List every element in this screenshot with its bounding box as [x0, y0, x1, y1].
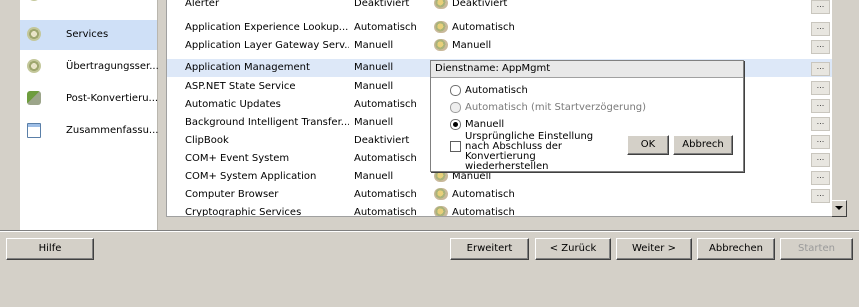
gear-icon [27, 0, 41, 1]
service-startup: Manuell [354, 40, 394, 51]
service-status: Manuell [452, 40, 492, 51]
radio-manual-label: Manuell [465, 119, 505, 130]
table-row[interactable]: Cryptographic Services Automatisch Autom… [167, 204, 832, 216]
scroll-down-button[interactable] [831, 200, 847, 217]
service-name: Alerter [185, 0, 220, 9]
edit-service-button[interactable]: ... [811, 22, 830, 36]
service-name: ASP.NET State Service [185, 81, 296, 92]
nav-item-services[interactable]: Services [20, 20, 157, 50]
radio-automatic[interactable] [450, 85, 461, 96]
service-startup: Automatisch [354, 99, 417, 110]
nav-item-label: Zusammenfassu... [66, 125, 159, 136]
edit-service-button[interactable]: ... [811, 171, 830, 185]
service-status: Automatisch [452, 207, 515, 216]
service-startup: Automatisch [354, 153, 417, 164]
service-startup: Manuell [354, 62, 394, 73]
service-icon [434, 39, 448, 51]
service-name: Computer Browser [185, 189, 279, 200]
nav-item-summary[interactable]: Zusammenfassu... [20, 116, 159, 146]
service-icon [434, 0, 448, 9]
service-status: Automatisch [452, 22, 515, 33]
cancel-button[interactable]: Abbrechen [697, 238, 775, 260]
document-icon [27, 123, 41, 138]
edit-service-button[interactable]: ... [811, 81, 830, 95]
wizard-step-list: Services Übertragungsser... Post-Konvert… [20, 0, 159, 230]
nav-item-label: Services [66, 29, 109, 40]
help-button[interactable]: Hilfe [6, 238, 94, 260]
service-icon [434, 21, 448, 33]
radio-automatic-delayed-label: Automatisch (mit Startverzögerung) [465, 102, 647, 113]
service-startup: Automatisch [354, 22, 417, 33]
service-icon [434, 188, 448, 200]
service-name: COM+ Event System [185, 153, 290, 164]
edit-service-button[interactable]: ... [811, 189, 830, 203]
nav-item-post-conversion[interactable]: Post-Konvertieru... [20, 84, 159, 114]
service-startup: Deaktiviert [354, 0, 410, 9]
edit-service-button[interactable]: ... [811, 40, 830, 54]
advanced-button[interactable]: Erweitert [450, 238, 529, 260]
edit-service-button[interactable]: ... [811, 117, 830, 131]
service-startup: Manuell [354, 171, 394, 182]
service-startup: Manuell [354, 81, 394, 92]
table-row[interactable]: Alerter Deaktiviert Deaktiviert ... [167, 0, 832, 18]
ok-button[interactable]: OK [627, 135, 669, 155]
popup-title-bar: Dienstname: AppMgmt [431, 61, 743, 78]
arrow-down-icon [835, 206, 843, 210]
gear-icon [27, 59, 41, 73]
radio-automatic-label: Automatisch [465, 85, 528, 96]
nav-item-previous[interactable] [20, 0, 157, 10]
footer-separator [0, 230, 859, 232]
service-status: Automatisch [452, 189, 515, 200]
service-status: Deaktiviert [452, 0, 508, 9]
service-startup: Deaktiviert [354, 135, 410, 146]
restore-setting-label: Ursprüngliche Einstellung nach Abschluss… [465, 131, 594, 172]
service-name: Application Experience Lookup... [185, 22, 349, 33]
popup-cancel-button[interactable]: Abbrech [673, 135, 733, 155]
table-row[interactable]: Computer Browser Automatisch Automatisch… [167, 186, 832, 204]
nav-item-label: Post-Konvertieru... [66, 93, 159, 104]
edit-service-button[interactable]: ... [811, 99, 830, 113]
service-name: ClipBook [185, 135, 229, 146]
edit-service-button[interactable]: ... [811, 62, 830, 76]
nav-item-transfer[interactable]: Übertragungsser... [20, 52, 159, 82]
radio-manual[interactable] [450, 119, 461, 130]
next-button[interactable]: Weiter > [616, 238, 692, 260]
popup-title: Dienstname: AppMgmt [435, 63, 551, 74]
start-button: Starten [780, 238, 853, 260]
service-icon [434, 206, 448, 216]
edit-service-button[interactable]: ... [811, 135, 830, 149]
service-name: Automatic Updates [185, 99, 281, 110]
service-startup: Manuell [354, 117, 394, 128]
radio-automatic-delayed [450, 102, 461, 113]
service-name: Application Management [185, 62, 310, 73]
startup-type-popup: Dienstname: AppMgmt Automatisch Automati… [430, 60, 744, 172]
service-status: Manuell [452, 171, 492, 182]
service-name: Cryptographic Services [185, 207, 302, 216]
edit-service-button[interactable]: ... [811, 153, 830, 167]
edit-service-button[interactable]: ... [811, 0, 830, 14]
service-name: Background Intelligent Transfer... [185, 117, 349, 128]
back-button[interactable]: < Zurück [535, 238, 611, 260]
nav-item-label: Übertragungsser... [66, 61, 159, 72]
table-row[interactable]: Application Experience Lookup... Automat… [167, 19, 832, 37]
service-startup: Automatisch [354, 207, 417, 216]
service-name: COM+ System Application [185, 171, 317, 182]
service-name: Application Layer Gateway Serv... [185, 40, 349, 51]
table-row[interactable]: Application Layer Gateway Serv... Manuel… [167, 37, 832, 55]
restore-setting-checkbox[interactable] [450, 141, 461, 152]
service-startup: Automatisch [354, 189, 417, 200]
gear-icon [27, 27, 41, 41]
recycle-icon [27, 91, 41, 105]
